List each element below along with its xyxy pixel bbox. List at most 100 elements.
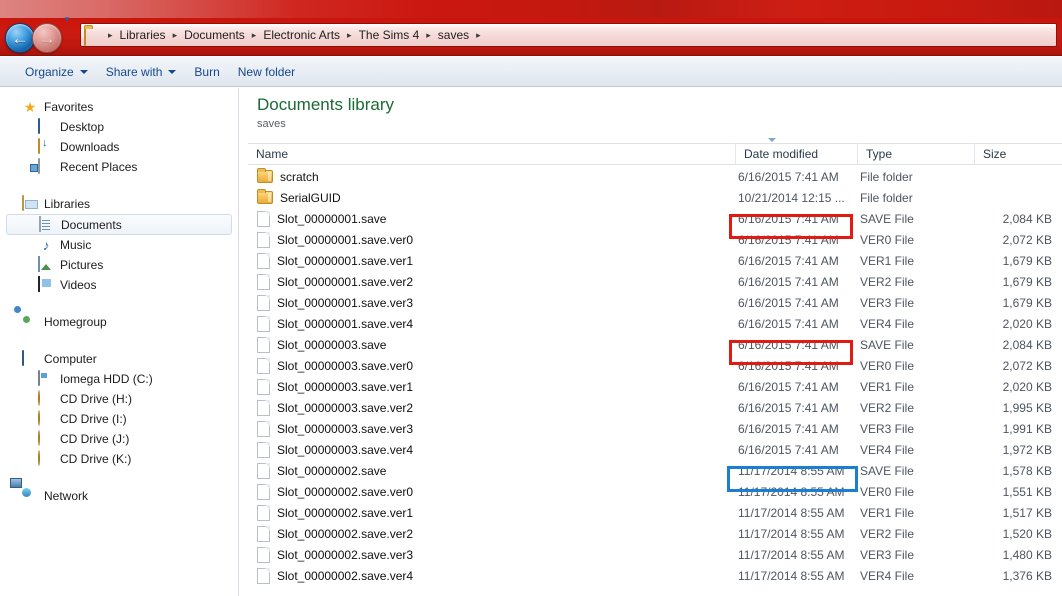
- sidebar-item-label: Music: [60, 238, 92, 252]
- toolbar-button-share-with[interactable]: Share with: [97, 61, 186, 83]
- sidebar-item-iomega-hdd-c[interactable]: Iomega HDD (C:): [0, 369, 238, 389]
- date-modified-cell: 6/16/2015 7:41 AM: [738, 274, 839, 289]
- table-row[interactable]: Slot_00000002.save.ver3 11/17/2014 8:55 A…: [240, 544, 1062, 565]
- file-type-cell: VER4 File: [860, 316, 915, 331]
- toolbar-button-new-folder[interactable]: New folder: [229, 61, 304, 83]
- table-row[interactable]: SerialGUID 10/21/2014 12:15 ... File folde…: [240, 187, 1062, 208]
- file-name-cell[interactable]: Slot_00000001.save.ver1: [240, 250, 735, 271]
- table-row[interactable]: Slot_00000003.save.ver3 6/16/2015 7:41 AM…: [240, 418, 1062, 439]
- network-icon: [22, 488, 38, 504]
- sidebar-item-cd-drive-j[interactable]: CD Drive (J:): [0, 429, 238, 449]
- file-type-cell: VER3 File: [860, 421, 915, 436]
- file-name-cell[interactable]: scratch: [240, 166, 735, 187]
- file-name-cell[interactable]: Slot_00000003.save.ver3: [240, 418, 735, 439]
- sidebar-item-cd-drive-h[interactable]: CD Drive (H:): [0, 389, 238, 409]
- sidebar-item-music[interactable]: ♪ Music: [0, 235, 238, 255]
- table-row[interactable]: Slot_00000002.save 11/17/2014 8:55 AM SAVE…: [240, 460, 1062, 481]
- file-name-label: Slot_00000003.save.ver4: [277, 442, 414, 457]
- table-row[interactable]: Slot_00000003.save 6/16/2015 7:41 AM SAVE …: [240, 334, 1062, 355]
- forward-button[interactable]: →: [32, 23, 62, 53]
- file-name-cell[interactable]: Slot_00000003.save.ver4: [240, 439, 735, 460]
- column-header-name[interactable]: Name: [248, 143, 735, 165]
- file-size-cell: 1,679 KB: [1002, 274, 1052, 289]
- file-name-cell[interactable]: Slot_00000003.save.ver0: [240, 355, 735, 376]
- table-row[interactable]: Slot_00000002.save.ver0 11/17/2014 8:55 A…: [240, 481, 1062, 502]
- column-header-date-modified-label: Date modified: [744, 147, 819, 161]
- sidebar-item-videos[interactable]: Videos: [0, 275, 238, 295]
- date-modified-cell: 6/16/2015 7:41 AM: [738, 379, 839, 394]
- breadcrumb-item[interactable]: Documents: [181, 26, 248, 44]
- file-name-cell[interactable]: Slot_00000002.save: [240, 460, 735, 481]
- table-row[interactable]: Slot_00000003.save.ver2 6/16/2015 7:41 AM…: [240, 397, 1062, 418]
- back-button[interactable]: ←: [5, 23, 35, 53]
- table-row[interactable]: Slot_00000001.save.ver1 6/16/2015 7:41 AM…: [240, 250, 1062, 271]
- file-name-cell[interactable]: Slot_00000001.save: [240, 208, 735, 229]
- sidebar-item-cd-drive-i[interactable]: CD Drive (I:): [0, 409, 238, 429]
- cd-drive-icon: [38, 430, 54, 447]
- column-header-size[interactable]: Size: [974, 143, 1062, 165]
- sidebar-group-favorites[interactable]: ★ Favorites: [0, 97, 238, 117]
- sidebar-group-spacer: [0, 177, 238, 194]
- sidebar-item-pictures[interactable]: Pictures: [0, 255, 238, 275]
- sidebar-item-recent-places[interactable]: Recent Places: [0, 157, 238, 177]
- file-name-cell[interactable]: Slot_00000002.save.ver4: [240, 565, 735, 586]
- file-type-cell: SAVE File: [860, 337, 914, 352]
- table-row[interactable]: Slot_00000002.save.ver2 11/17/2014 8:55 A…: [240, 523, 1062, 544]
- breadcrumb-item[interactable]: Libraries: [117, 26, 169, 44]
- file-name-cell[interactable]: Slot_00000001.save.ver0: [240, 229, 735, 250]
- table-row[interactable]: Slot_00000002.save.ver4 11/17/2014 8:55 A…: [240, 565, 1062, 586]
- breadcrumb: ▸ Libraries ▸ Documents ▸ Electronic Arts ▸ The…: [104, 26, 485, 44]
- file-type-cell: VER4 File: [860, 568, 915, 583]
- file-name-cell[interactable]: Slot_00000002.save.ver2: [240, 523, 735, 544]
- navigation-pane[interactable]: ★ Favorites Desktop Downloads Recent Places L…: [0, 88, 239, 596]
- table-row[interactable]: Slot_00000001.save.ver4 6/16/2015 7:41 AM…: [240, 313, 1062, 334]
- file-list[interactable]: scratch 6/16/2015 7:41 AM File folder Seria…: [240, 166, 1062, 596]
- date-modified-cell: 6/16/2015 7:41 AM: [738, 442, 839, 457]
- sidebar-group-label: Favorites: [44, 100, 94, 114]
- sidebar-item-cd-drive-k[interactable]: CD Drive (K:): [0, 449, 238, 469]
- breadcrumb-item[interactable]: The Sims 4: [356, 26, 423, 44]
- sidebar-item-documents[interactable]: Documents: [6, 214, 232, 235]
- table-row[interactable]: Slot_00000001.save.ver2 6/16/2015 7:41 AM…: [240, 271, 1062, 292]
- file-name-cell[interactable]: Slot_00000001.save.ver4: [240, 313, 735, 334]
- table-row[interactable]: Slot_00000001.save.ver3 6/16/2015 7:41 AM…: [240, 292, 1062, 313]
- file-name-cell[interactable]: Slot_00000001.save.ver3: [240, 292, 735, 313]
- file-size-cell: 2,020 KB: [1002, 379, 1052, 394]
- table-row[interactable]: Slot_00000003.save.ver0 6/16/2015 7:41 AM…: [240, 355, 1062, 376]
- table-row[interactable]: Slot_00000001.save 6/16/2015 7:41 AM SAVE …: [240, 208, 1062, 229]
- address-bar[interactable]: ▸ Libraries ▸ Documents ▸ Electronic Arts ▸ The…: [80, 23, 1057, 47]
- toolbar-button-organize[interactable]: Organize: [16, 61, 97, 83]
- sidebar-group-libraries[interactable]: Libraries: [0, 194, 238, 214]
- sidebar-item-downloads[interactable]: Downloads: [0, 137, 238, 157]
- file-name-cell[interactable]: Slot_00000002.save.ver1: [240, 502, 735, 523]
- recent-pages-dropdown-button[interactable]: ▾: [60, 13, 74, 25]
- file-name-cell[interactable]: Slot_00000001.save.ver2: [240, 271, 735, 292]
- picture-icon: [38, 256, 54, 273]
- column-header-date-modified[interactable]: Date modified: [735, 138, 857, 165]
- file-name-cell[interactable]: Slot_00000002.save.ver3: [240, 544, 735, 565]
- column-header-type[interactable]: Type: [857, 143, 974, 165]
- sidebar-group-computer[interactable]: Computer: [0, 349, 238, 369]
- sidebar-group-network[interactable]: Network: [0, 486, 238, 506]
- table-row[interactable]: Slot_00000003.save.ver1 6/16/2015 7:41 AM…: [240, 376, 1062, 397]
- file-name-cell[interactable]: Slot_00000003.save: [240, 334, 735, 355]
- sidebar-item-label: CD Drive (H:): [60, 392, 132, 406]
- file-icon: [257, 441, 270, 458]
- table-row[interactable]: Slot_00000001.save.ver0 6/16/2015 7:41 AM…: [240, 229, 1062, 250]
- forward-arrow-icon: →: [38, 28, 56, 48]
- file-name-cell[interactable]: Slot_00000002.save.ver0: [240, 481, 735, 502]
- sidebar-group-homegroup[interactable]: Homegroup: [0, 312, 238, 332]
- toolbar-button-burn[interactable]: Burn: [185, 61, 228, 83]
- breadcrumb-item[interactable]: Electronic Arts: [260, 26, 343, 44]
- breadcrumb-item[interactable]: saves: [435, 26, 472, 44]
- file-name-cell[interactable]: Slot_00000003.save.ver2: [240, 397, 735, 418]
- sidebar-item-label: Recent Places: [60, 160, 138, 174]
- table-row[interactable]: Slot_00000002.save.ver1 11/17/2014 8:55 A…: [240, 502, 1062, 523]
- table-row[interactable]: scratch 6/16/2015 7:41 AM File folder: [240, 166, 1062, 187]
- file-name-cell[interactable]: Slot_00000003.save.ver1: [240, 376, 735, 397]
- file-name-label: Slot_00000002.save.ver4: [277, 568, 414, 583]
- file-name-cell[interactable]: SerialGUID: [240, 187, 735, 208]
- table-row[interactable]: Slot_00000003.save.ver4 6/16/2015 7:41 AM…: [240, 439, 1062, 460]
- sidebar-item-desktop[interactable]: Desktop: [0, 117, 238, 137]
- window-body: ★ Favorites Desktop Downloads Recent Places L…: [0, 88, 1062, 596]
